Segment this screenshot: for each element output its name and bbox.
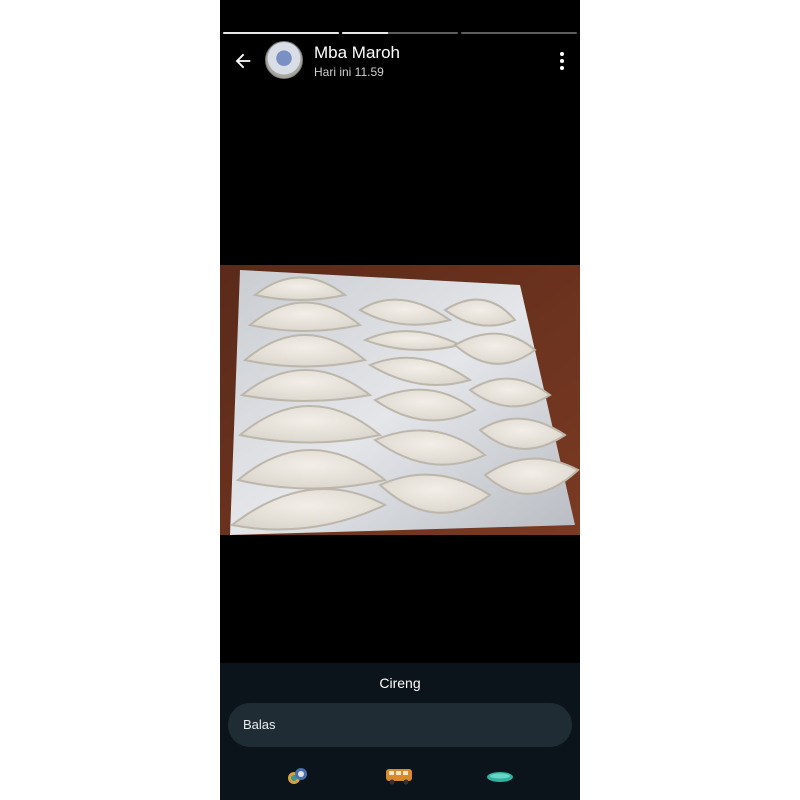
status-progress-bar — [223, 32, 577, 34]
more-options-icon[interactable] — [558, 52, 566, 70]
surfboard-icon[interactable] — [486, 765, 514, 787]
status-photo — [220, 265, 580, 535]
status-caption: Cireng — [379, 675, 421, 691]
avatar[interactable] — [265, 41, 303, 79]
progress-segment-2 — [342, 32, 458, 34]
status-timestamp: Hari ini 11.59 — [314, 65, 384, 79]
status-header: Mba Maroh Hari ini 11.59 — [220, 40, 580, 82]
progress-segment-3 — [461, 32, 577, 34]
sticker-rings-icon[interactable] — [286, 765, 310, 787]
contact-name[interactable]: Mba Maroh — [314, 43, 400, 63]
back-arrow-icon[interactable] — [232, 50, 254, 72]
reply-placeholder: Balas — [243, 717, 276, 732]
caption-panel: Cireng Balas — [220, 663, 580, 755]
status-viewer: Mba Maroh Hari ini 11.59 Cireng Balas — [220, 0, 580, 800]
van-icon[interactable] — [384, 765, 414, 787]
reply-input[interactable]: Balas — [228, 703, 572, 747]
bottom-sticker-bar — [220, 755, 580, 800]
progress-segment-1 — [223, 32, 339, 34]
